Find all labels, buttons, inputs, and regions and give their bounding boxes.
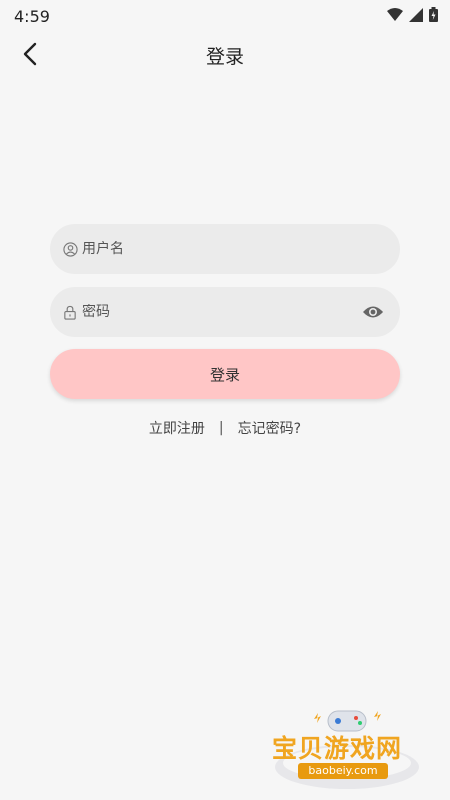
watermark-logo: 宝贝游戏网 baobeiy.com [262, 705, 432, 795]
username-field[interactable] [50, 224, 400, 274]
user-icon [62, 241, 78, 257]
link-separator: | [218, 420, 224, 436]
signal-icon [409, 7, 423, 26]
battery-icon [429, 6, 438, 26]
password-field[interactable] [50, 287, 400, 337]
status-time: 4:59 [14, 6, 50, 26]
status-bar: 4:59 [0, 0, 450, 32]
password-input[interactable] [82, 304, 360, 320]
app-bar: 登录 [0, 32, 450, 80]
status-icons [387, 6, 438, 26]
login-button[interactable]: 登录 [50, 349, 400, 399]
watermark-url: baobeiy.com [298, 763, 388, 779]
auth-links: 立即注册 | 忘记密码? [0, 418, 450, 438]
eye-icon[interactable] [360, 299, 386, 325]
wifi-icon [387, 7, 403, 26]
watermark-title: 宝贝游戏网 [272, 734, 403, 763]
username-input[interactable] [82, 241, 386, 257]
lock-icon [62, 304, 78, 320]
register-link[interactable]: 立即注册 [149, 418, 205, 438]
page-title: 登录 [205, 46, 244, 68]
forgot-password-link[interactable]: 忘记密码? [238, 418, 301, 438]
